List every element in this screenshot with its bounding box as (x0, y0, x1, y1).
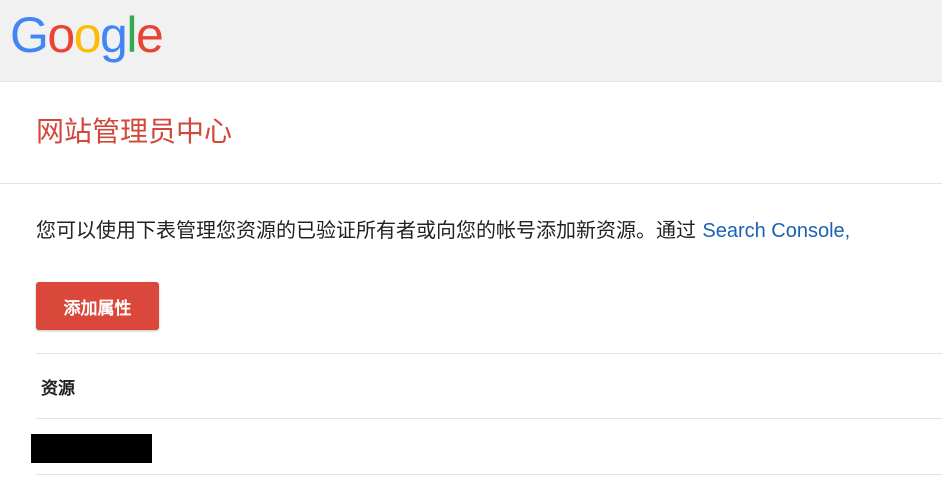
google-logo[interactable]: G o o g l e (10, 0, 164, 70)
description-text: 您可以使用下表管理您资源的已验证所有者或向您的帐号添加新资源。通过 (36, 218, 703, 242)
table-header-resource: 资源 (41, 378, 75, 399)
logo-letter-g: G (10, 7, 49, 63)
properties-table: 资源 (31, 353, 942, 475)
search-console-link[interactable]: Search Console, (702, 220, 850, 242)
top-bar: G o o g l e (0, 0, 942, 82)
section-divider (0, 183, 942, 184)
logo-letter-l: l (126, 7, 137, 63)
page-description: 您可以使用下表管理您资源的已验证所有者或向您的帐号添加新资源。通过 Search… (36, 216, 942, 245)
logo-letter-e: e (135, 7, 164, 63)
add-property-button[interactable]: 添加属性 (36, 282, 159, 330)
logo-letter-o1: o (47, 7, 75, 63)
logo-letter-g2: g (100, 7, 128, 63)
page-title: 网站管理员中心 (36, 115, 233, 148)
redacted-property-name (31, 434, 152, 463)
table-row[interactable] (31, 419, 942, 474)
logo-letter-o2: o (73, 7, 102, 63)
table-row-rule (36, 474, 942, 475)
